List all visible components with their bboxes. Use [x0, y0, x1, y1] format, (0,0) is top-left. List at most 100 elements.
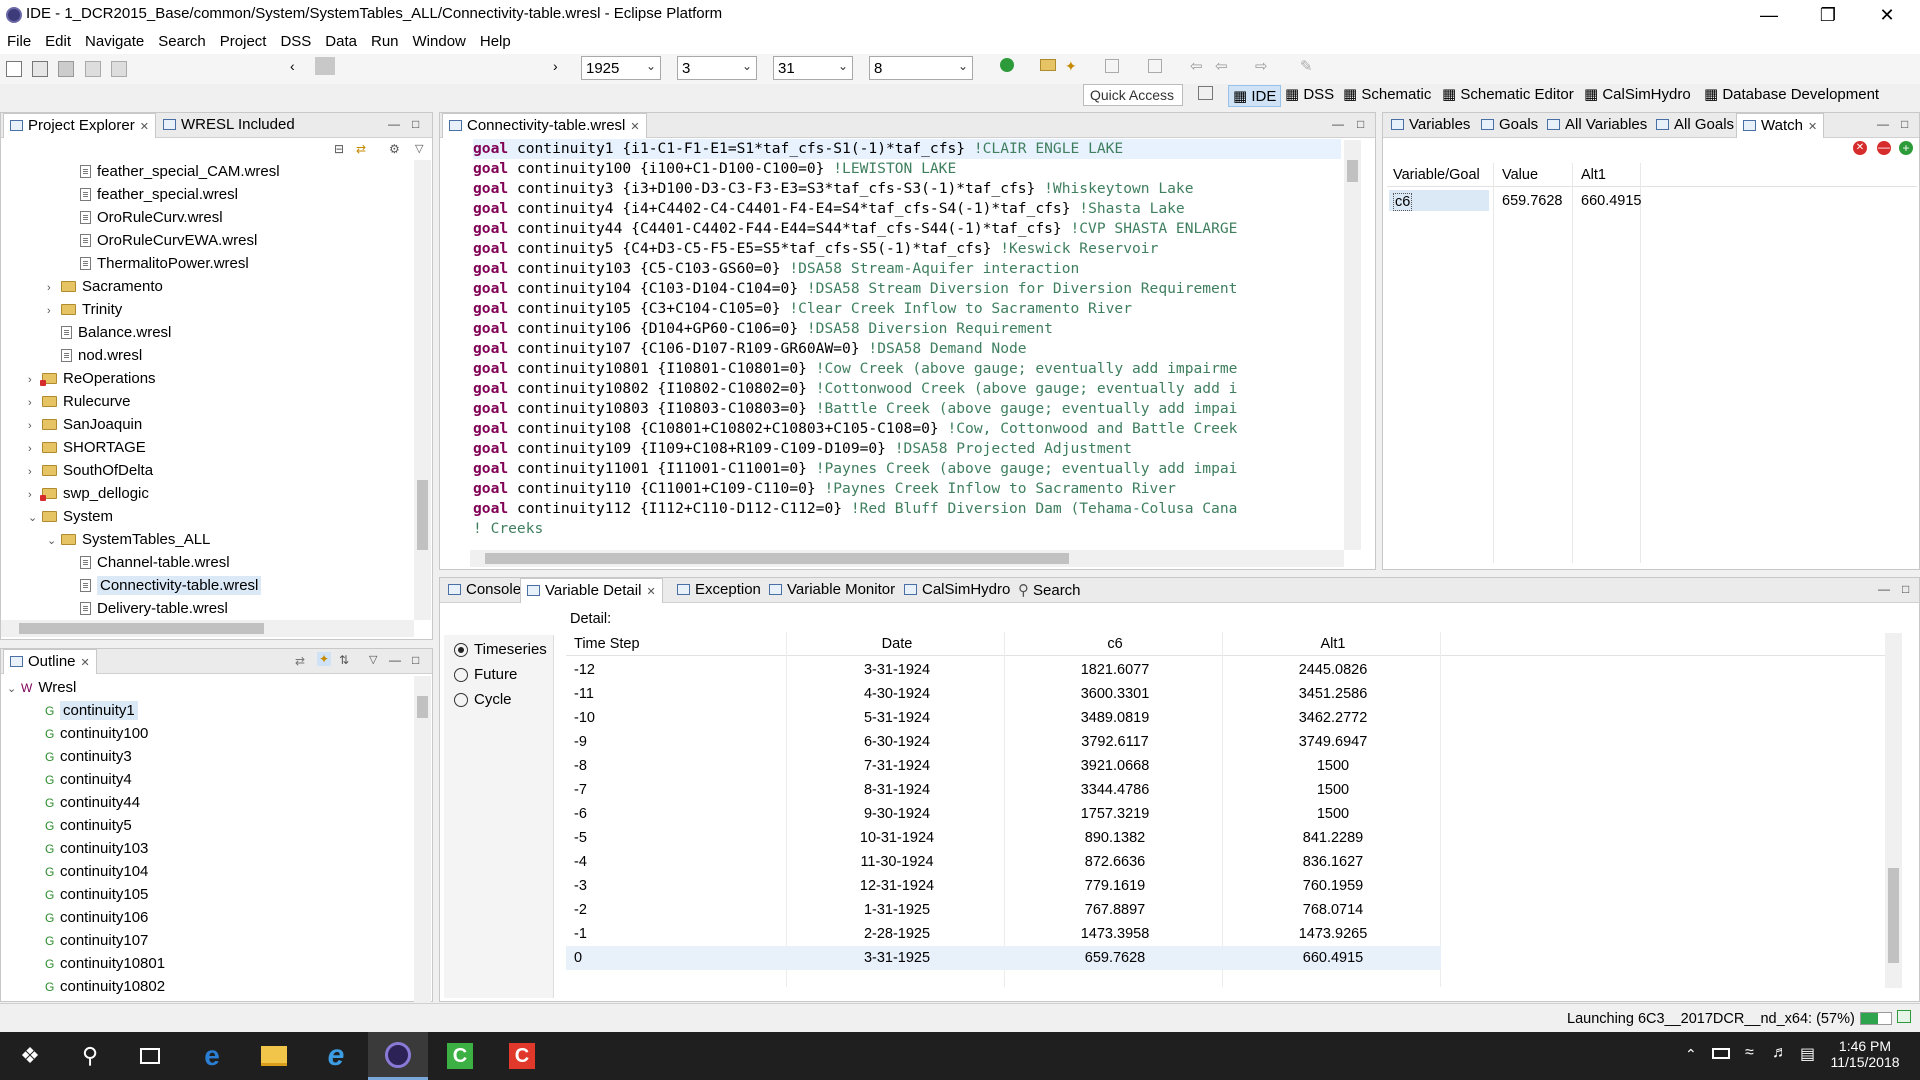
app-red-button[interactable]: C [492, 1032, 552, 1080]
perspective-calsimhydro[interactable]: ▦ CalSimHydro [1584, 85, 1691, 103]
chevron-right-icon[interactable]: › [28, 392, 42, 415]
outline-scrollbar[interactable] [414, 676, 431, 1002]
edge-button[interactable]: e [182, 1032, 242, 1080]
detail-row[interactable]: -6 9-30-1924 1757.3219 1500 [566, 802, 1441, 826]
filter-icon[interactable]: ✦ [317, 652, 332, 666]
detail-row[interactable]: 0 3-31-1925 659.7628 660.4915 [566, 946, 1441, 970]
chevron-right-icon[interactable]: › [47, 277, 61, 300]
task-view-button[interactable] [120, 1032, 180, 1080]
maximize-icon[interactable]: □ [412, 117, 419, 131]
radio-timeseries[interactable]: Timeseries [454, 641, 547, 658]
code-line[interactable]: goal continuity103 {C5-C103-GS60=0} !DSA… [473, 259, 1079, 279]
tab-watch[interactable]: Watch ✕ [1736, 113, 1825, 138]
toolbar-icon[interactable] [1148, 59, 1162, 73]
detail-row[interactable]: -5 10-31-1924 890.1382 841.2289 [566, 826, 1441, 850]
menu-navigate[interactable]: Navigate [78, 30, 151, 50]
new-icon[interactable] [6, 61, 22, 77]
scroll-thumb[interactable] [1888, 868, 1899, 963]
pin-icon[interactable]: ✎ [1300, 57, 1313, 75]
action-center-icon[interactable]: ▤ [1800, 1044, 1815, 1064]
back-arrow-icon[interactable]: ⇦ [1190, 57, 1203, 75]
project-tree-item[interactable]: › Rulecurve [28, 390, 131, 413]
search-button[interactable]: ⚲ [60, 1032, 120, 1080]
minimize-icon[interactable]: — [1332, 117, 1344, 131]
remove-all-icon[interactable]: — [1877, 141, 1891, 155]
close-icon[interactable]: ✕ [81, 657, 90, 669]
progress-view-icon[interactable] [1897, 1010, 1911, 1023]
save-all-icon[interactable] [84, 61, 101, 77]
tab-variables[interactable]: Variables [1385, 113, 1476, 138]
chevron-right-icon[interactable]: › [28, 438, 42, 461]
outline-item[interactable]: Gcontinuity107 [45, 929, 148, 952]
code-line[interactable]: goal continuity3 {i3+D100-D3-C3-F3-E3=S3… [473, 179, 1194, 199]
tab-wresl-included[interactable]: WRESL Included [157, 113, 301, 138]
detail-row[interactable]: -2 1-31-1925 767.8897 768.0714 [566, 898, 1441, 922]
detail-row[interactable]: -3 12-31-1924 779.1619 760.1959 [566, 874, 1441, 898]
menu-search[interactable]: Search [151, 30, 213, 50]
detail-row[interactable]: -10 5-31-1924 3489.0819 3462.2772 [566, 706, 1441, 730]
code-line[interactable]: goal continuity107 {C106-D107-R109-GR60A… [473, 339, 1027, 359]
code-line[interactable]: goal continuity100 {i100+C1-D100-C100=0}… [473, 159, 956, 179]
code-line[interactable]: goal continuity105 {C3+C104-C105=0} !Cle… [473, 299, 1132, 319]
outline-item[interactable]: Gcontinuity1 [45, 699, 138, 722]
code-line[interactable]: goal continuity1 {i1-C1-F1-E1=S1*taf_cfs… [473, 139, 1341, 159]
maximize-icon[interactable]: □ [1902, 582, 1909, 596]
scroll-thumb[interactable] [485, 553, 1069, 564]
tab-outline[interactable]: Outline ✕ [3, 649, 97, 674]
project-tree-item[interactable]: OroRuleCurvEWA.wresl [66, 229, 257, 252]
new-project-icon[interactable] [32, 61, 49, 77]
sort-icon[interactable]: ⇄ [295, 654, 305, 668]
close-icon[interactable]: ✕ [646, 586, 655, 598]
forward-arrow-icon[interactable]: ⇨ [1255, 57, 1268, 75]
chevron-right-icon[interactable]: › [28, 415, 42, 438]
close-icon[interactable]: ✕ [630, 121, 639, 133]
outline-item[interactable]: Gcontinuity5 [45, 814, 132, 837]
code-line[interactable]: goal continuity4 {i4+C4402-C4-C4401-F4-E… [473, 199, 1185, 219]
open-folder-icon[interactable] [1040, 59, 1056, 71]
project-tree-item[interactable]: ⌄ System [28, 505, 113, 528]
detail-row[interactable]: -9 6-30-1924 3792.6117 3749.6947 [566, 730, 1441, 754]
tab-search[interactable]: ⚲ Search [1012, 578, 1087, 603]
code-line[interactable]: goal continuity10802 {I10802-C10802=0} !… [473, 379, 1237, 399]
project-tree-item[interactable]: Balance.wresl [47, 321, 171, 344]
menu-data[interactable]: Data [318, 30, 364, 50]
code-line[interactable]: goal continuity104 {C103-D104-C104=0} !D… [473, 279, 1237, 299]
detail-row[interactable]: -8 7-31-1924 3921.0668 1500 [566, 754, 1441, 778]
perspective-dss[interactable]: ▦ DSS [1285, 85, 1334, 103]
project-tree-item[interactable]: › SouthOfDelta [28, 459, 153, 482]
link-editor-icon[interactable]: ⇄ [356, 142, 366, 156]
outline-item[interactable]: Gcontinuity100 [45, 722, 148, 745]
code-line[interactable]: goal continuity10801 {I10801-C10801=0} !… [473, 359, 1237, 379]
minimize-button[interactable]: — [1740, 0, 1798, 30]
volume-icon[interactable]: ♬ [1772, 1044, 1788, 1062]
detail-scrollbar[interactable] [1885, 633, 1902, 988]
tab-all-variables[interactable]: All Variables [1541, 113, 1653, 138]
chevron-right-icon[interactable]: › [553, 58, 558, 74]
chevron-right-icon[interactable]: › [47, 300, 61, 323]
tab-console[interactable]: Console [442, 578, 527, 603]
code-line[interactable]: goal continuity44 {C4401-C4402-F44-E44=S… [473, 219, 1237, 239]
detail-row[interactable]: -4 11-30-1924 872.6636 836.1627 [566, 850, 1441, 874]
outline-item[interactable]: Gcontinuity44 [45, 791, 140, 814]
scroll-thumb[interactable] [19, 623, 264, 634]
radio-cycle[interactable]: Cycle [454, 691, 512, 708]
project-tree-item[interactable]: › SanJoaquin [28, 413, 142, 436]
count-combo[interactable]: 8 ⌄ [869, 56, 973, 80]
tab-exception[interactable]: Exception [671, 578, 767, 603]
day-combo[interactable]: 31 ⌄ [773, 56, 853, 80]
tab-variable-monitor[interactable]: Variable Monitor [763, 578, 901, 603]
close-button[interactable]: ✕ [1858, 0, 1916, 30]
project-tree-item[interactable]: feather_special.wresl [66, 183, 238, 206]
menu-project[interactable]: Project [213, 30, 274, 50]
chevron-right-icon[interactable]: › [28, 461, 42, 484]
outline-item[interactable]: Gcontinuity10802 [45, 975, 165, 998]
code-line[interactable]: goal continuity11001 {I11001-C11001=0} !… [473, 459, 1237, 479]
outline-item[interactable]: Gcontinuity105 [45, 883, 148, 906]
file-explorer-button[interactable] [244, 1032, 304, 1080]
project-tree-item[interactable]: ⌄ SystemTables_ALL [47, 528, 210, 551]
outline-item[interactable]: Gcontinuity103 [45, 837, 148, 860]
detail-row[interactable]: -11 4-30-1924 3600.3301 3451.2586 [566, 682, 1441, 706]
outline-item[interactable]: Gcontinuity10801 [45, 952, 165, 975]
close-icon[interactable]: ✕ [140, 121, 149, 133]
scroll-thumb[interactable] [417, 480, 428, 550]
